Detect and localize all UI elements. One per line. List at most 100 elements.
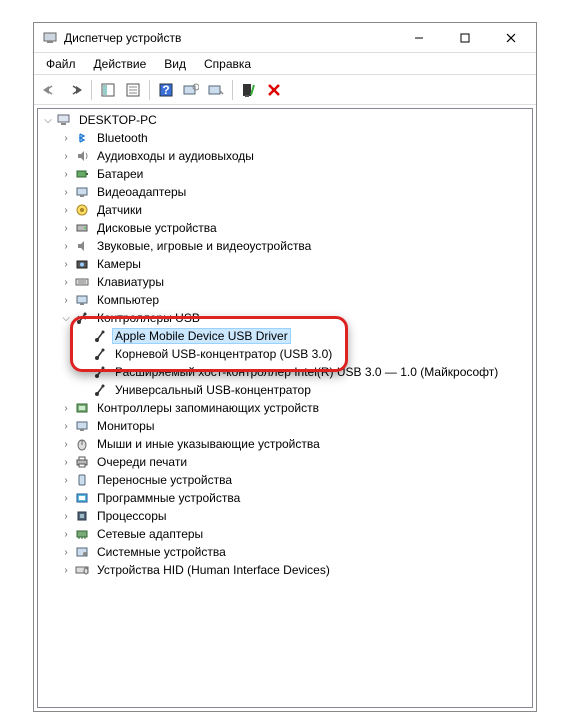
tree-label: Устройства HID (Human Interface Devices) [94,562,333,578]
tree-label: Мыши и иные указывающие устройства [94,436,323,452]
tree-category-storage-controllers[interactable]: › Контроллеры запоминающих устройств [38,399,532,417]
chevron-right-icon[interactable]: › [58,421,74,432]
tree-label: Системные устройства [94,544,229,560]
chevron-down-icon[interactable]: ⌵ [40,115,56,126]
uninstall-button[interactable] [237,78,261,102]
tree-label: DESKTOP-PC [76,112,160,128]
tree-item-root-hub[interactable]: Корневой USB-концентратор (USB 3.0) [38,345,532,363]
minimize-button[interactable] [396,23,442,52]
chevron-right-icon[interactable]: › [58,529,74,540]
chevron-right-icon[interactable]: › [58,277,74,288]
chevron-right-icon[interactable]: › [58,547,74,558]
portable-device-icon [74,472,90,488]
tree-item-generic-hub[interactable]: Универсальный USB-концентратор [38,381,532,399]
maximize-button[interactable] [442,23,488,52]
forward-button[interactable] [63,78,87,102]
chevron-right-icon[interactable]: › [58,493,74,504]
device-manager-window: Диспетчер устройств Файл Действие Вид Сп… [33,22,537,712]
tree-item-xhci[interactable]: Расширяемый хост-контроллер Intel(R) USB… [38,363,532,381]
display-adapter-icon [74,184,90,200]
close-button[interactable] [488,23,534,52]
storage-controller-icon [74,400,90,416]
sound-icon [74,238,90,254]
toolbar-separator [232,80,233,100]
help-button[interactable]: ? [154,78,178,102]
chevron-right-icon[interactable]: › [58,187,74,198]
tree-item-apple-usb[interactable]: Apple Mobile Device USB Driver [38,327,532,345]
chevron-right-icon[interactable]: › [58,169,74,180]
window-title: Диспетчер устройств [64,31,396,45]
tree-root[interactable]: ⌵ DESKTOP-PC [38,111,532,129]
menu-file[interactable]: Файл [38,55,84,73]
tree-label: Расширяемый хост-контроллер Intel(R) USB… [112,364,501,380]
system-device-icon [74,544,90,560]
tree-category-hid[interactable]: › Устройства HID (Human Interface Devices… [38,561,532,579]
tree-label: Аудиовходы и аудиовыходы [94,148,257,164]
tree-category-cameras[interactable]: › Камеры [38,255,532,273]
tree-category-system[interactable]: › Системные устройства [38,543,532,561]
menu-help[interactable]: Справка [196,55,259,73]
menu-view[interactable]: Вид [156,55,194,73]
menubar: Файл Действие Вид Справка [34,53,536,75]
device-tree[interactable]: ⌵ DESKTOP-PC ›Bluetooth › Аудиовходы и ау… [37,108,533,708]
computer-icon [56,112,72,128]
chevron-right-icon[interactable]: › [58,511,74,522]
tree-label: Сетевые адаптеры [94,526,206,542]
usb-icon [92,346,108,362]
chevron-right-icon[interactable]: › [58,457,74,468]
tree-label: Переносные устройства [94,472,235,488]
tree-category-portable[interactable]: › Переносные устройства [38,471,532,489]
chevron-right-icon[interactable]: › [58,205,74,216]
menu-action[interactable]: Действие [86,55,155,73]
keyboard-icon [74,274,90,290]
scan-hardware-button[interactable] [179,78,203,102]
chevron-right-icon[interactable]: › [58,403,74,414]
tree-category-usb-controllers[interactable]: ⌵ Контроллеры USB [38,309,532,327]
audio-icon [74,148,90,164]
chevron-right-icon[interactable]: › [58,241,74,252]
chevron-right-icon[interactable]: › [58,133,74,144]
tree-category-battery[interactable]: › Батареи [38,165,532,183]
toolbar-separator [149,80,150,100]
tree-category-sensors[interactable]: ›Датчики [38,201,532,219]
tree-category-video[interactable]: › Видеоадаптеры [38,183,532,201]
properties-button[interactable] [121,78,145,102]
chevron-right-icon[interactable]: › [58,439,74,450]
tree-category-processors[interactable]: › Процессоры [38,507,532,525]
disable-button[interactable] [262,78,286,102]
network-adapter-icon [74,526,90,542]
chevron-right-icon[interactable]: › [58,295,74,306]
chevron-right-icon[interactable]: › [58,565,74,576]
tree-category-software[interactable]: ›Программные устройства [38,489,532,507]
usb-icon [92,382,108,398]
tree-category-computer[interactable]: ›Компьютер [38,291,532,309]
show-hide-tree-button[interactable] [96,78,120,102]
chevron-right-icon[interactable]: › [58,259,74,270]
chevron-right-icon[interactable]: › [58,223,74,234]
chevron-right-icon[interactable]: › [58,475,74,486]
battery-icon [74,166,90,182]
tree-label: Контроллеры USB [94,310,203,326]
tree-label: Процессоры [94,508,170,524]
usb-icon [92,328,108,344]
back-button[interactable] [38,78,62,102]
chevron-right-icon[interactable]: › [58,151,74,162]
tree-label: Контроллеры запоминающих устройств [94,400,322,416]
usb-icon [92,364,108,380]
svg-text:?: ? [162,83,169,97]
tree-category-audio[interactable]: › Аудиовходы и аудиовыходы [38,147,532,165]
tree-category-monitors[interactable]: ›Мониторы [38,417,532,435]
tree-category-mice[interactable]: › Мыши и иные указывающие устройства [38,435,532,453]
tree-category-print-queues[interactable]: ›Очереди печати [38,453,532,471]
tree-label: Камеры [94,256,144,272]
tree-category-sound[interactable]: ›Звуковые, игровые и видеоустройства [38,237,532,255]
tree-category-keyboards[interactable]: ›Клавиатуры [38,273,532,291]
tree-category-bluetooth[interactable]: ›Bluetooth [38,129,532,147]
update-driver-button[interactable] [204,78,228,102]
tree-category-network[interactable]: › Сетевые адаптеры [38,525,532,543]
processor-icon [74,508,90,524]
tree-category-disk[interactable]: ›Дисковые устройства [38,219,532,237]
tree-label: Батареи [94,166,146,182]
tree-label: Видеоадаптеры [94,184,189,200]
chevron-down-icon[interactable]: ⌵ [58,313,74,324]
